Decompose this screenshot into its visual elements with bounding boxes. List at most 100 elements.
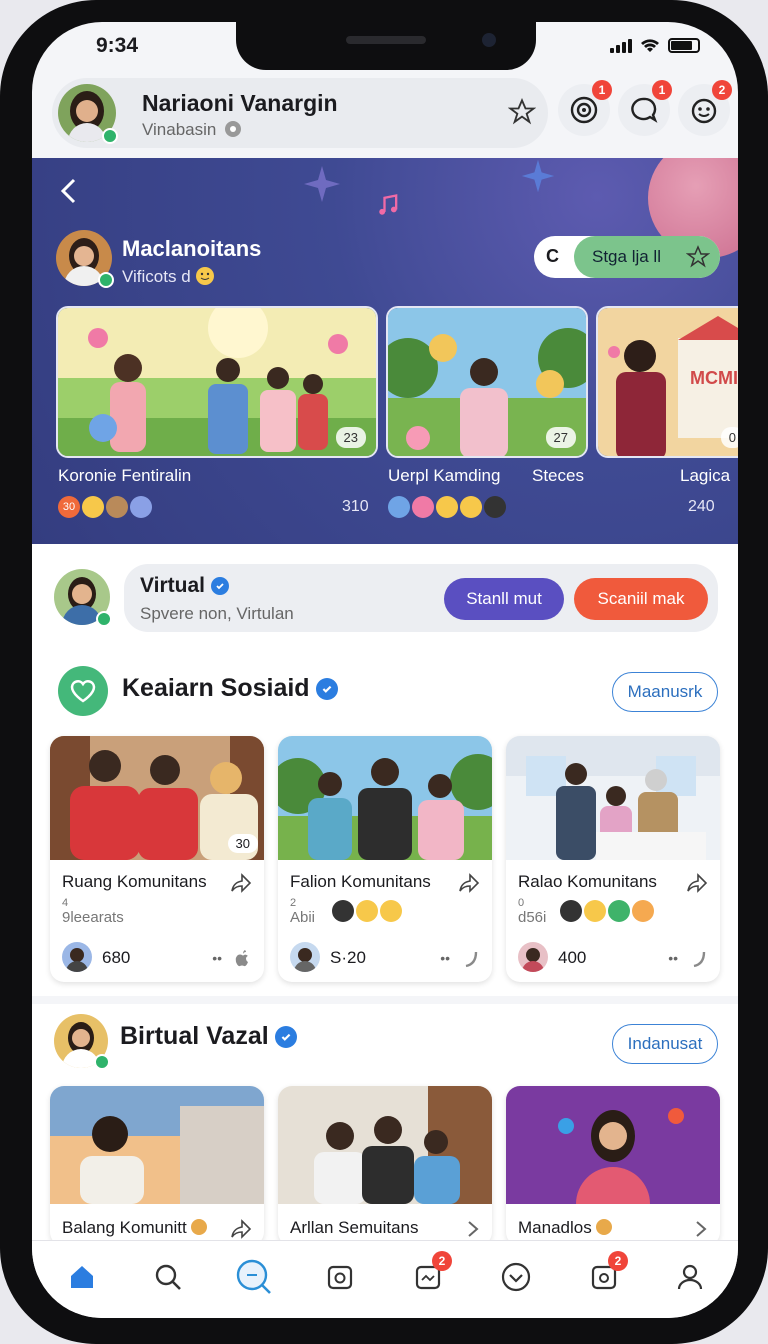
tab-inbox[interactable]: 2 [406,1251,452,1299]
card-title: Arllan Semuitans [290,1218,419,1237]
avatar[interactable] [54,569,112,627]
section-action-button[interactable]: Maanusrk [612,672,718,712]
hero-card[interactable]: 27 [386,306,588,458]
hero-card-title: Uerpl Kamding [388,466,501,485]
reaction-emojis [332,900,402,922]
sparkle-icon [521,159,555,193]
card-title: Balang Komunitt [62,1218,208,1238]
avatar [518,942,548,972]
home-icon [71,1266,93,1288]
chevron-down-circle-icon [501,1262,531,1292]
hero-card-number: 310 [342,498,369,515]
community-card[interactable]: Manadlos [506,1086,720,1246]
community-card[interactable]: Ralao Komunitans 0 d56i 400 •• [506,736,720,982]
hero-subtitle: Vificots d [122,266,215,287]
tab-notifications[interactable]: 2 [582,1251,628,1299]
hero-card-count: 0 [720,427,738,448]
community-photo [506,1086,720,1204]
explore-search-icon [236,1259,271,1294]
hero-card[interactable]: 23 [56,306,378,458]
hero-card-sign: MCMI [690,368,738,388]
community-photo [50,1086,264,1204]
share-icon[interactable] [686,872,708,894]
reaction-emojis [560,900,654,922]
hero-action-button[interactable]: Stga lja ll [574,236,720,278]
avatar [62,942,92,972]
tab-explore[interactable] [232,1255,276,1299]
section-social: Keaiarn Sosiaid Maanusrk 30 Ruang Komuni… [32,654,738,996]
status-icons [610,38,700,53]
profile-name: Nariaoni Vanargin [142,90,338,116]
notification-badge: 2 [608,1251,628,1271]
virtual-card[interactable]: Virtual Spvere non, Virtulan Stanll mut … [124,564,718,632]
tab-camera[interactable] [318,1255,362,1299]
hero-card-count: 27 [545,427,576,448]
tab-more[interactable] [494,1255,538,1299]
hero-name: Maclanoitans [122,236,262,261]
more-icon[interactable]: •• [440,950,450,966]
profile-header[interactable]: Nariaoni Vanargin Vinabasin [52,78,548,148]
card-title: Falion Komunitans [290,872,431,891]
music-note-icon [379,194,398,215]
community-card[interactable]: 30 Ruang Komunitans 4 9leearats 680 •• [50,736,264,982]
target-button[interactable]: 1 [558,80,612,136]
more-icon[interactable]: •• [668,950,678,966]
camera-icon [327,1265,353,1290]
notification-badge: 2 [432,1251,452,1271]
star-icon[interactable] [508,98,536,126]
section-action-button[interactable]: Indanusat [612,1024,718,1064]
chevron-right-icon[interactable] [694,1218,708,1240]
section-title: Birtual Vazal [120,1022,297,1051]
phone-frame: 9:34 Nariaoni Vanargin Vinabasin 1 1 2 M… [0,0,768,1344]
member-count: 400 [558,948,587,967]
verified-icon [274,1026,297,1049]
community-card[interactable]: Arllan Semuitans [278,1086,492,1246]
more-icon[interactable]: •• [212,950,222,966]
reaction-emojis [388,496,506,518]
heart-icon [58,666,108,716]
sparkle-icon [304,166,340,202]
virtual-title: Virtual [140,574,229,598]
hero-card-title: Koronie Fentiralin [58,466,192,485]
reaction-emojis: 30 [58,496,152,518]
member-count: 680 [102,948,131,967]
chat-button[interactable]: 1 [618,80,672,136]
profile-icon [677,1264,703,1290]
hero-card-title: Steces [532,466,584,485]
avatar [290,942,320,972]
hero-card[interactable]: MCMI 0 [596,306,738,458]
section-virtual: Birtual Vazal Indanusat Balang Komunitt … [32,1004,738,1246]
chevron-right-icon[interactable] [466,1218,480,1240]
target-icon [570,96,598,124]
tab-home[interactable] [60,1255,104,1299]
virtual-subtitle: Spvere non, Virtulan [140,604,294,623]
tab-search[interactable] [146,1255,190,1299]
start-button[interactable]: Stanll mut [444,578,564,620]
signal-icon [610,39,632,53]
profile-face-button[interactable]: 2 [678,80,732,136]
hero-card-count: 23 [335,427,366,448]
back-arrow-icon[interactable] [58,176,78,206]
share-icon[interactable] [230,872,252,894]
share-icon[interactable] [230,1218,252,1240]
link-icon [693,951,706,968]
screen: 9:34 Nariaoni Vanargin Vinabasin 1 1 2 M… [32,22,738,1318]
scan-button[interactable]: Scaniil mak [574,578,708,620]
notification-badge: 1 [592,80,612,100]
settings-icon [225,121,242,137]
avatar[interactable] [54,1014,110,1070]
tab-profile[interactable] [668,1255,712,1299]
card-count-badge: 30 [227,834,258,853]
avatar[interactable] [56,230,114,288]
hero-action-pill[interactable]: C Stga lja ll [534,236,720,278]
avatar[interactable] [58,84,118,144]
community-card[interactable]: Falion Komunitans 2 Abii S·20 •• [278,736,492,982]
share-icon[interactable] [458,872,480,894]
community-card[interactable]: Balang Komunitt [50,1086,264,1246]
community-photo [278,1086,492,1204]
notch [236,22,536,70]
star-icon [686,245,710,268]
bottom-tab-bar: 2 2 [32,1240,738,1318]
chat-icon [631,97,658,123]
apple-icon [235,950,248,967]
